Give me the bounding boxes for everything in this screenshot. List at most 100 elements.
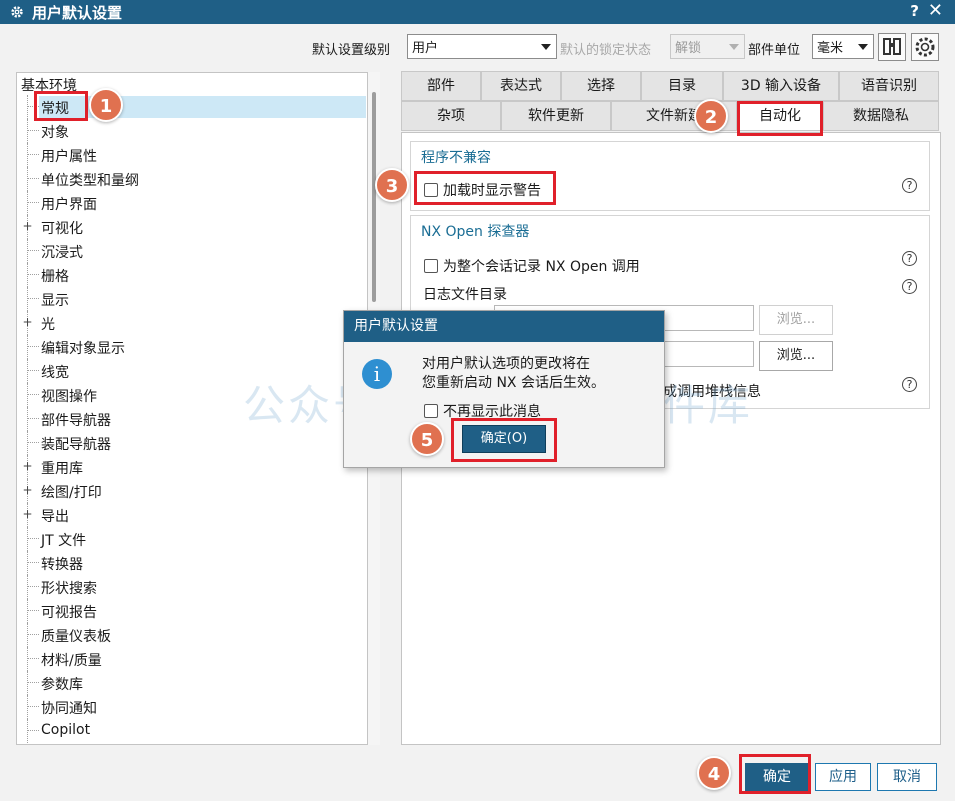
tree-item-label: 用户属性 bbox=[41, 149, 97, 165]
tree-connector bbox=[27, 95, 28, 119]
tree-item[interactable]: 显示 bbox=[17, 287, 366, 311]
tab-selection[interactable]: 选择 bbox=[561, 71, 641, 101]
tab-expression[interactable]: 表达式 bbox=[481, 71, 561, 101]
tree-item-label: 装配导航器 bbox=[41, 437, 111, 453]
tree-connector bbox=[27, 346, 39, 347]
tree-connector bbox=[27, 178, 39, 179]
tree-item-label: 对象 bbox=[41, 125, 69, 141]
tree-connector bbox=[27, 250, 39, 251]
tab-misc[interactable]: 杂项 bbox=[401, 101, 501, 131]
tree-connector bbox=[27, 119, 28, 143]
checkbox-box[interactable] bbox=[424, 404, 438, 418]
default-level-label: 默认设置级别 bbox=[312, 43, 391, 58]
browse-button-disabled[interactable]: 浏览... bbox=[759, 305, 833, 335]
tree-item[interactable]: 参数库 bbox=[17, 671, 366, 695]
annotation-box-ok bbox=[739, 754, 811, 794]
part-unit-select[interactable]: 毫米 bbox=[812, 34, 874, 59]
info-icon: i bbox=[362, 359, 392, 389]
tree-item[interactable]: 线宽 bbox=[17, 359, 366, 383]
tree-item[interactable]: 装配导航器 bbox=[17, 431, 366, 455]
step-badge-4: 4 bbox=[697, 756, 731, 790]
tree-connector bbox=[27, 167, 28, 191]
apply-button[interactable]: 应用 bbox=[815, 763, 871, 791]
tree-item[interactable]: 转换器 bbox=[17, 551, 366, 575]
tree-item[interactable]: + 绘图/打印 bbox=[17, 479, 366, 503]
tree-item-label: 绘图/打印 bbox=[41, 485, 102, 501]
tree-item-label: 显示 bbox=[41, 293, 69, 309]
tree-connector bbox=[27, 647, 28, 671]
settings-button[interactable] bbox=[911, 33, 939, 61]
tree-item[interactable]: 形状搜索 bbox=[17, 575, 366, 599]
tree-item-label: 重用库 bbox=[41, 461, 83, 477]
expand-icon[interactable]: + bbox=[22, 460, 33, 472]
tab-catalog[interactable]: 目录 bbox=[641, 71, 723, 101]
help-icon[interactable]: ? bbox=[902, 178, 917, 193]
tree-item[interactable]: 用户界面 bbox=[17, 191, 366, 215]
tree-item[interactable]: 质量仪表板 bbox=[17, 623, 366, 647]
help-button[interactable]: ? bbox=[910, 2, 919, 20]
help-icon[interactable]: ? bbox=[902, 377, 917, 392]
tree-item-label: 形状搜索 bbox=[41, 581, 97, 597]
tree-item[interactable]: 编辑对象显示 bbox=[17, 335, 366, 359]
tab-data-privacy[interactable]: 数据隐私 bbox=[823, 101, 939, 131]
lock-state-select[interactable]: 解锁 bbox=[670, 34, 745, 59]
browse-button[interactable]: 浏览... bbox=[759, 341, 833, 371]
tree-item[interactable]: + 导出 bbox=[17, 503, 366, 527]
tab-software-update[interactable]: 软件更新 bbox=[501, 101, 611, 131]
tree-item[interactable]: JT 文件 bbox=[17, 527, 366, 551]
scrollbar-thumb[interactable] bbox=[372, 92, 376, 302]
tree-connector bbox=[27, 671, 28, 695]
expand-icon[interactable]: + bbox=[22, 220, 33, 232]
tree-item[interactable]: + 可视化 bbox=[17, 215, 366, 239]
close-button[interactable]: ✕ bbox=[928, 0, 943, 21]
annotation-box-general bbox=[34, 91, 88, 121]
tree-item[interactable]: 视图操作 bbox=[17, 383, 366, 407]
tree-connector bbox=[27, 359, 28, 383]
find-binoculars-button[interactable] bbox=[878, 33, 906, 61]
tree-connector bbox=[27, 418, 39, 419]
tree-item[interactable]: 用户属性 bbox=[17, 143, 366, 167]
settings-toolbar: 默认设置级别 用户 默认的锁定状态 解锁 部件单位 毫米 bbox=[0, 33, 955, 62]
tree-item[interactable]: 单位类型和量纲 bbox=[17, 167, 366, 191]
tree-connector bbox=[27, 143, 28, 167]
checkbox-box[interactable] bbox=[424, 259, 438, 273]
record-nx-open-calls-checkbox[interactable]: 为整个会话记录 NX Open 调用 bbox=[424, 256, 640, 276]
expand-icon[interactable]: + bbox=[22, 508, 33, 520]
chevron-down-icon bbox=[858, 44, 868, 50]
stack-info-text: 成调用堆栈信息 bbox=[663, 384, 761, 400]
tree-item[interactable]: 协同通知 bbox=[17, 695, 366, 719]
dialog-title: 用户默认设置 bbox=[344, 311, 664, 342]
tree-item[interactable]: 对象 bbox=[17, 119, 366, 143]
tree-connector bbox=[27, 202, 39, 203]
tree-item[interactable]: 可视报告 bbox=[17, 599, 366, 623]
tree-connector bbox=[27, 298, 39, 299]
tree-item-label: 协同通知 bbox=[41, 701, 97, 717]
dialog-message-line1: 对用户默认选项的更改将在 bbox=[422, 356, 590, 372]
tree-item-label: 转换器 bbox=[41, 557, 83, 573]
binoculars-icon bbox=[883, 38, 901, 55]
tree-item[interactable]: 沉浸式 bbox=[17, 239, 366, 263]
tree-connector bbox=[27, 706, 39, 707]
tree-item[interactable]: 部件导航器 bbox=[17, 407, 366, 431]
cancel-button[interactable]: 取消 bbox=[877, 763, 937, 791]
help-icon[interactable]: ? bbox=[902, 279, 917, 294]
default-level-select[interactable]: 用户 bbox=[407, 34, 557, 59]
tree-item[interactable]: + 重用库 bbox=[17, 455, 366, 479]
annotation-box-warning bbox=[414, 171, 556, 205]
tab-voice[interactable]: 语音识别 bbox=[839, 71, 939, 101]
tab-3d-input[interactable]: 3D 输入设备 bbox=[723, 71, 839, 101]
help-icon[interactable]: ? bbox=[902, 251, 917, 266]
tree-item[interactable]: Copilot bbox=[17, 719, 366, 743]
chevron-down-icon bbox=[729, 44, 739, 50]
tree-item[interactable]: 材料/质量 bbox=[17, 647, 366, 671]
lock-state-value: 解锁 bbox=[675, 41, 702, 56]
tree-connector bbox=[27, 575, 28, 599]
tree-item[interactable]: + 光 bbox=[17, 311, 366, 335]
tree-connector bbox=[27, 287, 28, 311]
tree-item[interactable]: 栅格 bbox=[17, 263, 366, 287]
expand-icon[interactable]: + bbox=[22, 484, 33, 496]
expand-icon[interactable]: + bbox=[22, 316, 33, 328]
tree-connector bbox=[27, 527, 28, 551]
tree-connector bbox=[27, 239, 28, 263]
tab-part[interactable]: 部件 bbox=[401, 71, 481, 101]
